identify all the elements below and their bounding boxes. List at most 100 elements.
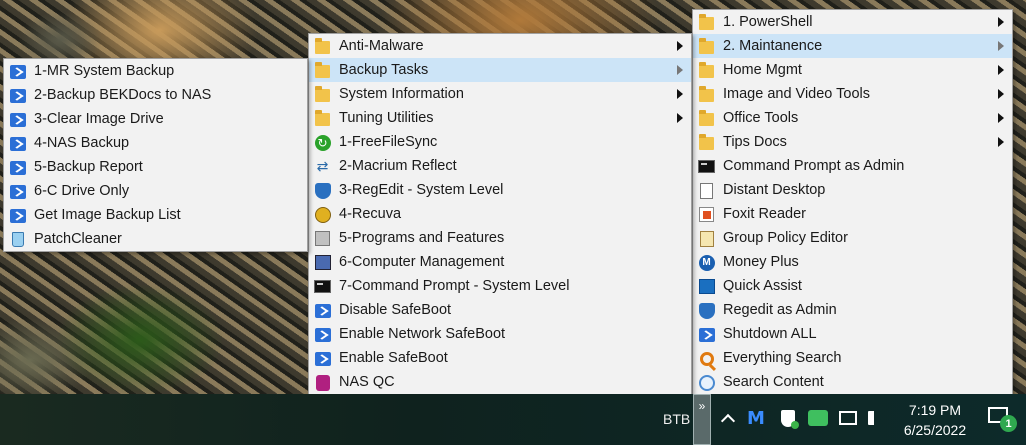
maintenance-item[interactable]: Backup Tasks — [309, 58, 691, 82]
speaker-icon — [868, 411, 884, 425]
root-menu-item-label: Group Policy Editor — [723, 230, 848, 246]
backup-tasks-item[interactable]: 3-Clear Image Drive — [4, 107, 307, 131]
volume-tray-icon[interactable] — [866, 408, 886, 428]
powershell-icon — [9, 135, 26, 152]
show-hidden-icons-button[interactable] — [718, 408, 738, 429]
root-menu-item[interactable]: 2. Maintanence — [693, 34, 1012, 58]
maintenance-item-label: Tuning Utilities — [339, 110, 434, 126]
backup-tasks-item[interactable]: 5-Backup Report — [4, 155, 307, 179]
backup-tasks-item[interactable]: 4-NAS Backup — [4, 131, 307, 155]
notification-badge: 1 — [1000, 415, 1017, 432]
powershell-icon — [314, 350, 331, 367]
folder-icon — [314, 110, 331, 127]
root-menu-item[interactable]: Office Tools — [693, 106, 1012, 130]
backup-tasks-item-label: 5-Backup Report — [34, 159, 143, 175]
backup-tasks-item-label: 6-C Drive Only — [34, 183, 130, 199]
action-center-button[interactable]: 1 — [988, 407, 1017, 432]
backup-tasks-item[interactable]: 2-Backup BEKDocs to NAS — [4, 83, 307, 107]
root-menu-item[interactable]: Image and Video Tools — [693, 82, 1012, 106]
maintenance-item[interactable]: ⇄ 2-Macrium Reflect — [309, 154, 691, 178]
root-menu-item[interactable]: Regedit as Admin — [693, 298, 1012, 322]
maintenance-item[interactable]: ↻ 1-FreeFileSync — [309, 130, 691, 154]
submenu-arrow-icon — [998, 41, 1004, 51]
quick-assist-icon — [698, 278, 715, 295]
maintenance-item[interactable]: Anti-Malware — [309, 34, 691, 58]
root-menu-item[interactable]: M Money Plus — [693, 250, 1012, 274]
folder-icon — [698, 14, 715, 31]
root-menu-item[interactable]: Search Content — [693, 370, 1012, 394]
maintenance-item-label: System Information — [339, 86, 464, 102]
root-menu-item-label: Tips Docs — [723, 134, 787, 150]
clock[interactable]: 7:19 PM 6/25/2022 — [895, 400, 975, 440]
malwarebytes-tray-icon[interactable]: M — [746, 408, 766, 429]
submenu-arrow-icon — [998, 17, 1004, 27]
powershell-icon — [9, 87, 26, 104]
maintenance-submenu: Anti-Malware Backup Tasks System Informati… — [308, 33, 692, 395]
powershell-icon — [9, 207, 26, 224]
root-menu-item-label: 2. Maintanence — [723, 38, 823, 54]
document-icon — [698, 182, 715, 199]
maintenance-item[interactable]: 4-Recuva — [309, 202, 691, 226]
maintenance-item-label: 6-Computer Management — [339, 254, 505, 270]
folder-icon — [314, 38, 331, 55]
maintenance-item[interactable]: 3-RegEdit - System Level — [309, 178, 691, 202]
backup-tasks-item[interactable]: PatchCleaner — [4, 227, 307, 251]
maintenance-item[interactable]: Enable SafeBoot — [309, 346, 691, 370]
nas-qc-icon — [314, 374, 331, 391]
maintenance-item-label: NAS QC — [339, 374, 395, 390]
maintenance-item[interactable]: NAS QC — [309, 370, 691, 394]
network-monitor-icon — [839, 411, 857, 425]
maintenance-item-label: Backup Tasks — [339, 62, 429, 78]
toolbar-label-btb[interactable]: BTB — [663, 411, 690, 427]
maintenance-item[interactable]: Tuning Utilities — [309, 106, 691, 130]
foxit-icon — [698, 206, 715, 223]
security-tray-icon[interactable] — [778, 408, 799, 429]
folder-icon — [698, 110, 715, 127]
powershell-icon — [9, 183, 26, 200]
folder-icon — [698, 134, 715, 151]
root-menu-item[interactable]: Home Mgmt — [693, 58, 1012, 82]
double-chevron-icon: » — [698, 399, 706, 413]
root-menu-item[interactable]: Distant Desktop — [693, 178, 1012, 202]
backup-tasks-item[interactable]: 6-C Drive Only — [4, 179, 307, 203]
magnifier-icon — [698, 374, 715, 391]
root-menu-item[interactable]: Everything Search — [693, 346, 1012, 370]
powershell-icon — [9, 63, 26, 80]
root-menu-item[interactable]: Shutdown ALL — [693, 322, 1012, 346]
root-menu-item[interactable]: Quick Assist — [693, 274, 1012, 298]
powershell-icon — [698, 326, 715, 343]
robot-tray-icon[interactable] — [808, 408, 828, 428]
powershell-icon — [9, 159, 26, 176]
maintenance-item-label: Enable SafeBoot — [339, 350, 448, 366]
submenu-arrow-icon — [998, 113, 1004, 123]
maintenance-item[interactable]: 5-Programs and Features — [309, 226, 691, 250]
maintenance-item[interactable]: 6-Computer Management — [309, 250, 691, 274]
backup-tasks-item-label: 3-Clear Image Drive — [34, 111, 164, 127]
root-menu-item-label: Home Mgmt — [723, 62, 802, 78]
powershell-icon — [9, 111, 26, 128]
root-menu-item[interactable]: Tips Docs — [693, 130, 1012, 154]
robot-icon — [808, 410, 828, 426]
powershell-icon — [314, 302, 331, 319]
root-menu-item[interactable]: Group Policy Editor — [693, 226, 1012, 250]
maintenance-item[interactable]: Disable SafeBoot — [309, 298, 691, 322]
maintenance-item[interactable]: Enable Network SafeBoot — [309, 322, 691, 346]
maintenance-item[interactable]: System Information — [309, 82, 691, 106]
maintenance-item[interactable]: 7-Command Prompt - System Level — [309, 274, 691, 298]
toolbar-chevron-button[interactable]: » — [693, 394, 711, 445]
backup-tasks-item-label: PatchCleaner — [34, 231, 122, 247]
backup-tasks-item-label: 1-MR System Backup — [34, 63, 175, 79]
network-tray-icon[interactable] — [838, 408, 858, 428]
group-policy-icon — [698, 230, 715, 247]
powershell-icon — [314, 326, 331, 343]
root-menu-item[interactable]: Command Prompt as Admin — [693, 154, 1012, 178]
maintenance-item-label: 5-Programs and Features — [339, 230, 505, 246]
root-menu-item-label: Regedit as Admin — [723, 302, 837, 318]
backup-tasks-item[interactable]: 1-MR System Backup — [4, 59, 307, 83]
backup-tasks-item[interactable]: Get Image Backup List — [4, 203, 307, 227]
backup-tasks-submenu: 1-MR System Backup 2-Backup BEKDocs to NA… — [3, 58, 308, 252]
command-prompt-icon — [314, 278, 331, 295]
root-menu-item[interactable]: Foxit Reader — [693, 202, 1012, 226]
folder-icon — [314, 62, 331, 79]
root-menu-item[interactable]: 1. PowerShell — [693, 10, 1012, 34]
